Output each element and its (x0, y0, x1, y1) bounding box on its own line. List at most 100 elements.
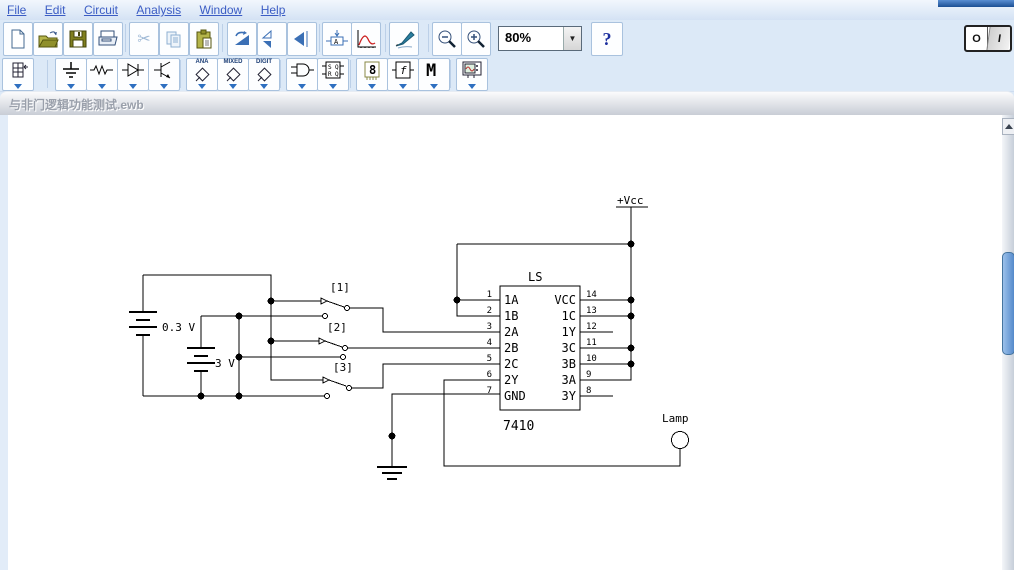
lamp-label: Lamp (662, 412, 689, 425)
transistor-icon (152, 60, 176, 80)
dropdown-arrow-icon (298, 84, 306, 89)
diodes-bin-button[interactable] (117, 58, 149, 91)
zoom-in-icon (465, 28, 487, 50)
toolbar-separator (180, 60, 181, 88)
copy-icon (164, 29, 184, 49)
save-button[interactable] (63, 22, 93, 56)
digital-ics-bin-button[interactable]: DIGIT (248, 58, 280, 91)
menu-window[interactable]: Window (200, 3, 243, 17)
sources-bin-button[interactable] (55, 58, 87, 91)
basic-bin-button[interactable] (86, 58, 118, 91)
power-off-label: O (966, 27, 988, 50)
mixed-ics-bin-button[interactable]: MIXED (217, 58, 249, 91)
toolbar-separator (350, 60, 351, 88)
miscellaneous-bin-button[interactable]: M (418, 58, 450, 91)
svg-text:4: 4 (487, 338, 492, 348)
dropdown-arrow-icon (229, 84, 237, 89)
switch1-label: [1] (330, 281, 350, 294)
scrollbar-thumb[interactable] (1002, 252, 1014, 355)
battery-0v3[interactable] (129, 275, 157, 396)
rotate-button[interactable] (227, 22, 257, 56)
dropdown-arrow-icon (14, 84, 22, 89)
svg-text:9: 9 (586, 370, 591, 380)
scroll-up-button[interactable] (1002, 118, 1014, 135)
svg-text:f: f (400, 64, 407, 77)
window-left-border (0, 115, 8, 570)
help-button[interactable]: ? (591, 22, 623, 56)
controls-bin-button[interactable]: f (387, 58, 419, 91)
zoom-dropdown-button[interactable]: ▼ (563, 27, 581, 50)
graph-icon (354, 28, 378, 50)
instruments-bin-button[interactable] (456, 58, 488, 91)
svg-text:5: 5 (487, 354, 492, 364)
parts-bin-toolbar: ANA MIXED DIGIT S Q R Q (0, 57, 1014, 92)
svg-text:S: S (328, 64, 332, 71)
new-file-icon (8, 28, 28, 50)
svg-text:2C: 2C (504, 357, 518, 371)
menu-bar: File Edit Circuit Analysis Window Help (0, 0, 1014, 21)
copy-button[interactable] (159, 22, 189, 56)
wire-switch1-out[interactable] (350, 308, 500, 332)
indicators-bin-button[interactable]: 8 (356, 58, 388, 91)
svg-text:11: 11 (586, 338, 597, 348)
flip-horizontal-button[interactable] (287, 22, 317, 56)
window-titlebar-sliver (938, 0, 1014, 7)
menu-edit[interactable]: Edit (45, 3, 66, 17)
component-properties-button[interactable] (389, 22, 419, 56)
print-button[interactable] (93, 22, 123, 56)
menu-circuit[interactable]: Circuit (84, 3, 118, 17)
paste-button[interactable] (189, 22, 219, 56)
help-question-mark: ? (603, 29, 612, 50)
svg-text:3C: 3C (562, 341, 576, 355)
svg-text:10: 10 (586, 354, 597, 364)
vertical-scrollbar[interactable] (1002, 115, 1014, 570)
flip-horizontal-icon (291, 29, 313, 49)
logic-gates-bin-button[interactable] (286, 58, 318, 91)
ground-symbol[interactable] (377, 467, 407, 479)
menu-analysis[interactable]: Analysis (136, 3, 181, 17)
dropdown-arrow-icon (399, 84, 407, 89)
dropdown-arrow-icon (129, 84, 137, 89)
open-button[interactable] (33, 22, 63, 56)
paste-clipboard-icon (194, 29, 214, 50)
transistors-bin-button[interactable] (148, 58, 180, 91)
lamp-indicator[interactable] (672, 432, 689, 449)
schematic-canvas[interactable]: +Vcc 0.3 V 3 V [1] [2] [3] Lamp LS 7410 … (8, 115, 1002, 570)
svg-text:1: 1 (487, 290, 492, 300)
switch-2[interactable] (319, 338, 348, 360)
wire-gnd[interactable] (392, 394, 500, 467)
wire-pin2-loop[interactable] (457, 244, 500, 316)
document-titlebar[interactable]: 与非门逻辑功能测试.ewb (0, 91, 1014, 116)
toolbar-separator (450, 60, 451, 88)
new-button[interactable] (3, 22, 33, 56)
digital-parts-bin-button[interactable]: S Q R Q (317, 58, 349, 91)
favorites-bin-button[interactable] (2, 58, 34, 91)
svg-text:R: R (328, 71, 332, 78)
power-switch[interactable]: O I (964, 25, 1012, 52)
switch-1[interactable] (321, 298, 350, 319)
create-subcircuit-button[interactable]: A (322, 22, 352, 56)
scissors-icon: ✂ (137, 29, 150, 49)
misc-m-icon: M (423, 60, 445, 80)
svg-text:6: 6 (487, 370, 492, 380)
svg-text:1C: 1C (562, 309, 576, 323)
seven-segment-icon: 8 (361, 60, 383, 81)
svg-text:3A: 3A (562, 373, 577, 387)
zoom-out-button[interactable] (432, 22, 462, 56)
zoom-level-combobox[interactable]: 80% ▼ (498, 26, 582, 51)
zoom-in-button[interactable] (461, 22, 491, 56)
dropdown-arrow-icon (329, 84, 337, 89)
wire-switch3-out[interactable] (352, 364, 500, 388)
dropdown-arrow-icon (67, 84, 75, 89)
switch-3[interactable] (323, 377, 352, 399)
flip-vertical-icon (261, 29, 283, 49)
analysis-graph-button[interactable] (351, 22, 381, 56)
properties-pencil-icon (392, 28, 416, 50)
analog-ics-bin-button[interactable]: ANA (186, 58, 218, 91)
svg-text:2Y: 2Y (504, 373, 519, 387)
svg-text:14: 14 (586, 290, 597, 300)
flip-vertical-button[interactable] (257, 22, 287, 56)
menu-file[interactable]: File (7, 3, 26, 17)
cut-button[interactable]: ✂ (129, 22, 159, 56)
menu-help[interactable]: Help (261, 3, 286, 17)
